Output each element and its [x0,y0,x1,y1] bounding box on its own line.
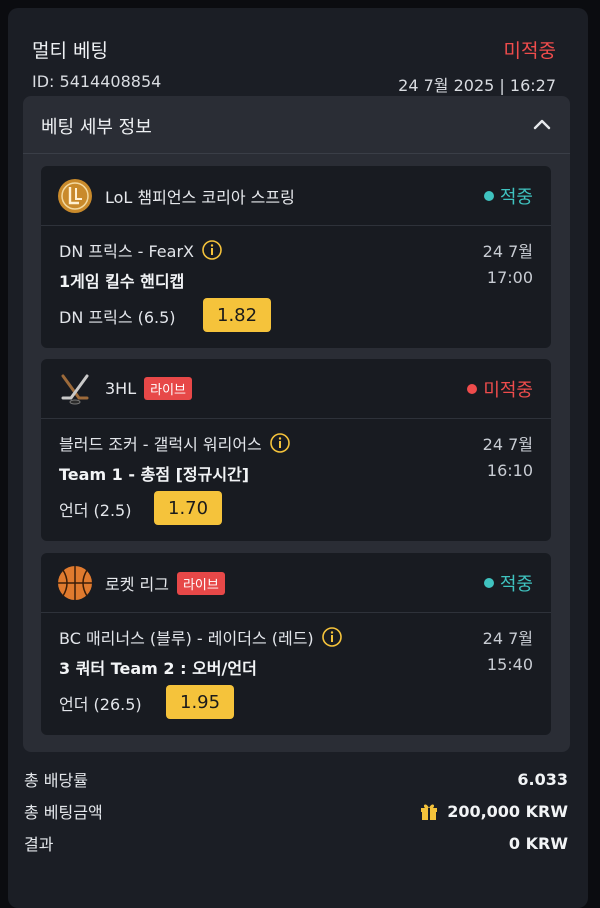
status-dot [483,578,494,588]
total-stake-row: 총 베팅금액 200,000 KRW [24,799,568,823]
match-label: 블러드 조커 - 갤럭시 워리어스 [59,435,262,454]
info-icon[interactable] [321,627,342,647]
bet-card-1: LoL 챔피언스 코리아 스프링 적중 DN 프릭스 - FearX 24 7월… [41,166,551,348]
live-badge: 라이브 [176,571,225,595]
lol-logo-icon [58,179,92,213]
match-label: DN 프릭스 - FearX [59,242,194,261]
bet-status-badge: 적중 [483,183,533,209]
total-stake-wrap: 200,000 KRW [419,801,568,821]
league-label: 로켓 리그 [105,575,169,594]
divider [23,153,570,154]
total-odds-label: 총 배당률 [24,771,88,790]
bet-status-badge: 미적중 [467,376,533,402]
basketball-icon [58,566,92,600]
league-name: 로켓 리그 라이브 [105,571,225,595]
result-label: 결과 [24,835,54,854]
selection: 언더 (2.5) [59,501,132,520]
league-name: 3HL 라이브 [105,377,193,400]
match-name: BC 매리너스 (블루) - 레이더스 (레드) [59,625,342,649]
status-dot [483,191,494,201]
status-label: 미적중 [483,380,533,401]
odds-badge: 1.70 [154,491,223,525]
bet-details-title: 베팅 세부 정보 [41,117,152,138]
total-stake-label: 총 베팅금액 [24,803,103,822]
bet-details-panel: 베팅 세부 정보 LoL 챔피언스 코리아 스프링 적중 DN 프릭스 - Fe… [23,96,570,752]
chevron-up-icon[interactable] [532,116,552,132]
status-label: 적중 [499,187,533,208]
bet-card-2: 3HL 라이브 미적중 블러드 조커 - 갤럭시 워리어스 24 7월 Team… [41,359,551,541]
match-label: BC 매리너스 (블루) - 레이더스 (레드) [59,629,314,648]
total-odds-value: 6.033 [517,769,568,789]
result-row: 결과 0 KRW [24,831,568,855]
event-time: 15:40 [486,655,533,674]
event-date: 24 7월 [482,435,533,454]
market-name: Team 1 - 총점 [정규시간] [59,465,250,484]
odds-badge: 1.95 [166,685,235,719]
selection: 언더 (26.5) [59,695,142,714]
event-date: 24 7월 [482,242,533,261]
bet-id: ID: 5414408854 [32,72,162,91]
total-odds-row: 총 배당률 6.033 [24,767,568,791]
odds-badge: 1.82 [203,298,272,332]
match-name: DN 프릭스 - FearX [59,238,222,262]
league-name: LoL 챔피언스 코리아 스프링 [105,184,295,208]
live-badge: 라이브 [144,377,193,400]
selection: DN 프릭스 (6.5) [59,308,176,327]
status-label: 적중 [499,574,533,595]
match-name: 블러드 조커 - 갤럭시 워리어스 [59,431,290,455]
league-label: 3HL [105,379,137,398]
market-name: 1게임 킬수 핸디캡 [59,272,185,291]
bet-status: 미적중 [503,40,556,62]
event-date: 24 7월 [482,629,533,648]
gift-icon [421,804,438,820]
total-stake-value: 200,000 KRW [447,801,568,821]
event-time: 17:00 [486,268,533,287]
info-icon[interactable] [202,240,222,260]
bet-datetime: 24 7월 2025 | 16:27 [398,76,556,95]
result-value: 0 KRW [508,833,568,853]
bet-card-3: 로켓 리그 라이브 적중 BC 매리너스 (블루) - 레이더스 (레드) 24… [41,553,551,735]
hockey-sticks-icon [61,374,89,405]
status-dot [467,384,478,394]
league-label: LoL 챔피언스 코리아 스프링 [105,188,295,207]
event-time: 16:10 [486,461,533,480]
market-name: 3 쿼터 Team 2 : 오버/언더 [59,659,257,678]
bet-status-badge: 적중 [483,570,533,596]
bet-type-title: 멀티 베팅 [32,40,108,62]
info-icon[interactable] [269,433,290,453]
